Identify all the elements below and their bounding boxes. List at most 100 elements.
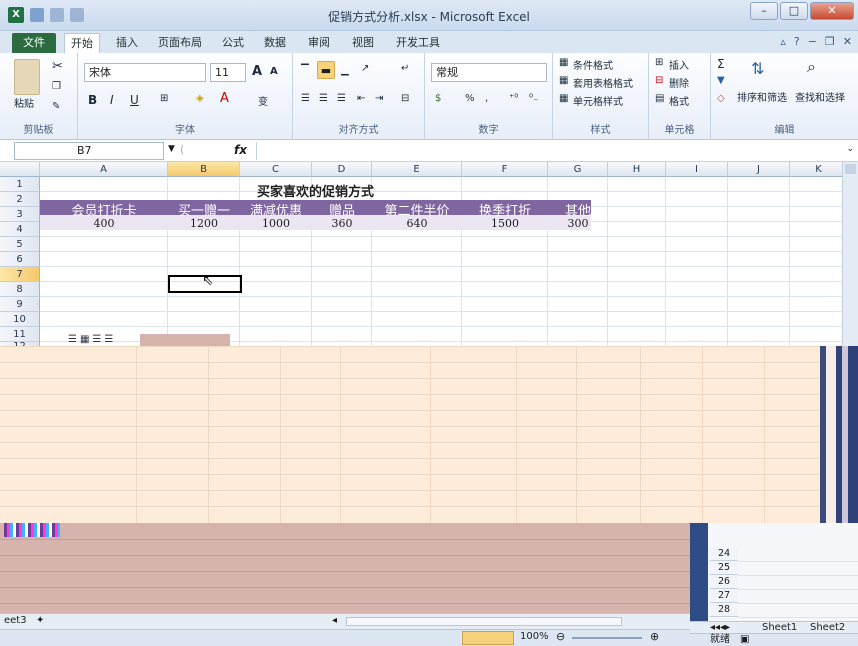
row-header-27[interactable]: 27 [710,589,738,603]
select-all-corner[interactable] [0,162,40,177]
zoom-slider[interactable] [572,637,642,639]
paste-icon[interactable] [14,59,40,95]
copy-icon[interactable]: ❐ [52,81,61,92]
column-header-h[interactable]: H [608,162,666,177]
tab-insert[interactable]: 插入 [110,33,144,53]
row-header-25[interactable]: 25 [710,561,738,575]
align-bottom-icon[interactable]: ▁ [341,65,349,76]
expand-formula-bar-icon[interactable]: ⌄ [846,144,854,154]
vertical-scrollbar[interactable] [842,162,858,346]
name-box[interactable]: B7 [14,142,164,160]
column-header-f[interactable]: F [462,162,548,177]
value-cell[interactable]: 1000 [240,217,312,230]
zoom-in-icon[interactable]: ⊕ [650,630,659,643]
conditional-format-button[interactable]: 条件格式 [573,57,613,72]
row-header-3[interactable]: 3 [0,207,40,222]
insert-cells-icon[interactable]: ⊞ [655,57,663,68]
merge-center-icon[interactable]: ⊟ [401,93,409,104]
percent-button[interactable]: % [465,93,475,104]
restore-workbook-icon[interactable]: ❐ [825,35,835,48]
value-cell[interactable]: 1200 [168,217,240,230]
scroll-up-icon[interactable] [845,164,856,174]
increase-indent-icon[interactable]: ⇥ [375,93,383,104]
fill-icon[interactable]: ▼ [717,75,725,86]
paste-button-label[interactable]: 粘贴 [14,95,34,110]
format-as-table-icon[interactable]: ▦ [559,75,568,86]
row-header-7[interactable]: 7 [0,267,40,282]
value-cell[interactable]: 300 [548,217,608,230]
delete-cells-button[interactable]: 删除 [669,75,689,90]
row-header-6[interactable]: 6 [0,252,40,267]
column-header-j[interactable]: J [728,162,790,177]
border-icon[interactable]: ⊞ [160,93,168,104]
orientation-icon[interactable]: ↗ [361,63,369,74]
column-header-a[interactable]: A [40,162,168,177]
sheet-title[interactable]: 买家喜欢的促销方式 [40,181,591,200]
conditional-format-icon[interactable]: ▦ [559,57,568,68]
grow-font-button[interactable]: A [252,64,262,79]
column-header-c[interactable]: C [240,162,312,177]
view-buttons[interactable] [462,631,514,645]
row-header-9[interactable]: 9 [0,297,40,312]
row-header-4[interactable]: 4 [0,222,40,237]
delete-cells-icon[interactable]: ⊟ [655,75,663,86]
horizontal-scrollbar[interactable] [346,617,622,626]
new-sheet-icon[interactable]: ✦ [36,614,44,628]
name-box-dropdown-icon[interactable]: ▼ [168,144,175,154]
value-cell[interactable]: 400 [40,217,168,230]
align-top-icon[interactable]: ▔ [301,65,309,76]
cell-styles-button[interactable]: 单元格样式 [573,93,623,108]
wrap-text-icon[interactable]: ↵ [401,63,409,74]
cell-styles-icon[interactable]: ▦ [559,93,568,104]
tab-page-layout[interactable]: 页面布局 [152,33,208,53]
font-size-select[interactable]: 11 [210,63,246,82]
comma-button[interactable]: , [485,93,488,104]
number-format-select[interactable]: 常规 [431,63,547,82]
row-header-1[interactable]: 1 [0,177,40,192]
format-cells-icon[interactable]: ▤ [655,93,664,104]
phonetic-button[interactable]: 变 [258,93,268,108]
zoom-out-icon[interactable]: ⊖ [556,630,565,643]
font-name-select[interactable]: 宋体 [84,63,206,82]
clear-icon[interactable]: ◇ [717,93,725,104]
tab-home[interactable]: 开始 [64,33,100,53]
italic-button[interactable]: I [110,93,114,107]
insert-function-button[interactable]: fx [234,143,247,157]
tab-review[interactable]: 审阅 [302,33,336,53]
macro-record-icon[interactable]: ▣ [740,634,749,646]
format-cells-button[interactable]: 格式 [669,93,689,108]
shrink-font-button[interactable]: A [270,66,278,77]
close-workbook-icon[interactable]: ✕ [843,35,852,48]
format-as-table-button[interactable]: 套用表格格式 [573,75,633,90]
underline-button[interactable]: U [130,93,139,107]
column-header-g[interactable]: G [548,162,608,177]
hscroll-left-icon[interactable]: ◂ [332,614,337,628]
row-header-11[interactable]: 11 [0,327,40,342]
formula-input[interactable] [256,142,840,160]
align-left-icon[interactable]: ☰ [301,93,310,104]
autosum-button[interactable]: Σ [717,57,725,71]
column-header-e[interactable]: E [372,162,462,177]
insert-cells-button[interactable]: 插入 [669,57,689,72]
bold-button[interactable]: B [88,93,97,107]
tab-view[interactable]: 视图 [346,33,380,53]
column-header-d[interactable]: D [312,162,372,177]
tab-formulas[interactable]: 公式 [216,33,250,53]
row-header-2[interactable]: 2 [0,192,40,207]
row-header-8[interactable]: 8 [0,282,40,297]
tab-data[interactable]: 数据 [258,33,292,53]
collapse-ribbon-icon[interactable]: ▵ [780,35,786,48]
value-cell[interactable]: 1500 [462,217,548,230]
column-header-i[interactable]: I [666,162,728,177]
close-button[interactable]: ✕ [810,2,854,20]
minimize-button[interactable]: – [750,2,778,20]
cut-icon[interactable]: ✂ [52,59,63,74]
row-header-10[interactable]: 10 [0,312,40,327]
row-header-24[interactable]: 24 [710,547,738,561]
row-header-28[interactable]: 28 [710,603,738,617]
decrease-decimal-icon[interactable]: ⁰₋ [529,93,538,104]
value-cell[interactable]: 360 [312,217,372,230]
zoom-level[interactable]: 100% [520,631,549,642]
sort-filter-button[interactable]: 排序和筛选 [737,89,787,104]
minimize-workbook-icon[interactable]: − [808,35,817,48]
